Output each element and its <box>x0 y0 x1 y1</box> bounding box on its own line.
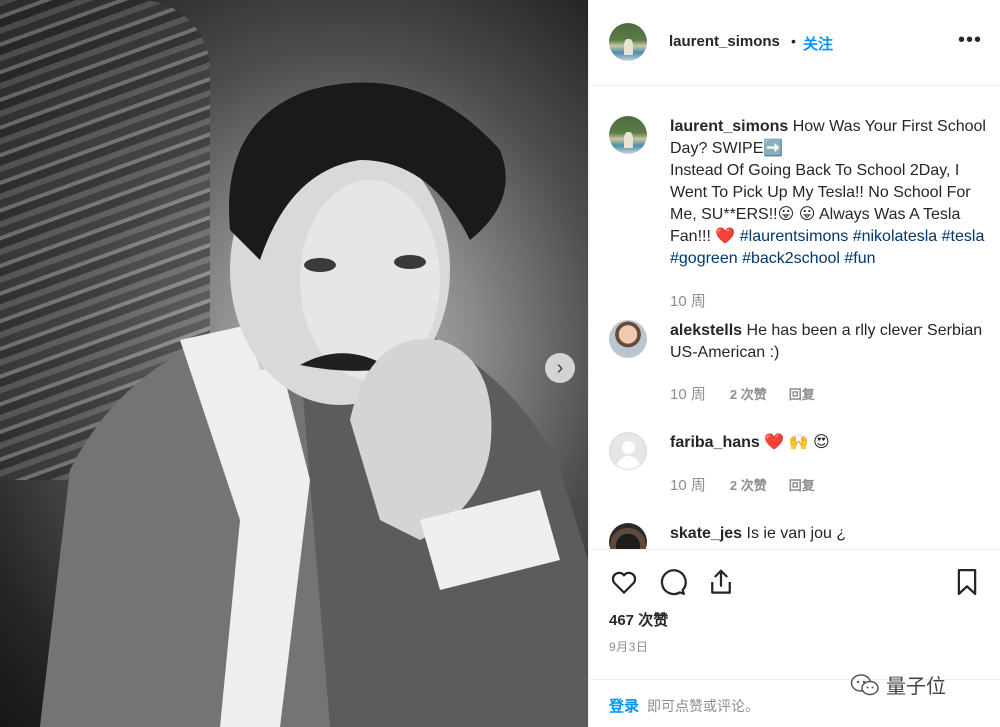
tongue-emoji-1: 😛 <box>777 206 795 223</box>
reply-button[interactable]: 回复 <box>789 475 815 494</box>
caption-text: laurent_simons How Was Your First School… <box>670 116 988 270</box>
post-actions: 467 次赞 9月3日 登录 即可点赞或评论。 <box>589 549 1000 727</box>
comment-time[interactable]: 10 周 <box>670 474 706 495</box>
likes-count[interactable]: 467 次赞 <box>609 609 668 630</box>
next-slide-button[interactable]: › <box>545 353 575 383</box>
reply-button[interactable]: 回复 <box>789 384 815 403</box>
comment-likes[interactable]: 2 次赞 <box>730 475 767 494</box>
caption-time[interactable]: 10 周 <box>670 290 706 311</box>
hashtag-link[interactable]: #fun <box>844 250 875 267</box>
comment-meta: 10 周 2 次赞 回复 <box>670 474 837 495</box>
caption-username[interactable]: laurent_simons <box>670 118 788 135</box>
comment-icon[interactable] <box>657 567 687 597</box>
follow-button[interactable]: 关注 <box>803 33 833 54</box>
login-prompt-text: 即可点赞或评论。 <box>647 698 759 714</box>
post-photo: › <box>0 0 588 727</box>
bookmark-icon[interactable] <box>952 567 982 597</box>
caption-meta: 10 周 <box>670 290 730 311</box>
comment-avatar[interactable] <box>609 523 647 549</box>
comment-text: fariba_hans ❤️ 🙌 😍 <box>670 432 988 454</box>
heart-emoji: ❤️ <box>715 228 736 245</box>
author-username[interactable]: laurent_simons <box>669 33 780 50</box>
comment-avatar[interactable] <box>609 320 647 358</box>
comments-list[interactable]: laurent_simons How Was Your First School… <box>589 86 1000 549</box>
watermark: 量子位 <box>850 670 946 699</box>
arrow-emoji: ➡️ <box>763 140 784 157</box>
heart-icon[interactable] <box>609 567 639 597</box>
tongue-emoji-2: 😛 <box>798 206 816 223</box>
share-icon[interactable] <box>706 567 736 597</box>
comment-time[interactable]: 10 周 <box>670 383 706 404</box>
more-options-icon[interactable]: ••• <box>958 29 982 52</box>
hashtag-link[interactable]: #tesla <box>942 228 985 245</box>
hashtag-link[interactable]: #gogreen <box>670 250 738 267</box>
comment-text: skate_jes Is ie van jou ¿ <box>670 523 988 545</box>
login-link[interactable]: 登录 <box>609 695 639 716</box>
caption-avatar[interactable] <box>609 116 647 154</box>
post-header: laurent_simons • 关注 ••• <box>589 0 1000 86</box>
comment-username[interactable]: fariba_hans <box>670 434 760 451</box>
hashtag-link[interactable]: #nikolatesla <box>853 228 938 245</box>
comment-text: alekstells He has been a rlly clever Ser… <box>670 320 988 364</box>
hashtag-link[interactable]: #laurentsimons <box>740 228 849 245</box>
comment-body: ❤️ 🙌 😍 <box>759 434 830 451</box>
photo-portrait <box>40 82 588 727</box>
comment-username[interactable]: skate_jes <box>670 525 742 542</box>
comment-meta: 10 周 2 次赞 回复 <box>670 383 837 404</box>
watermark-text: 量子位 <box>886 676 946 698</box>
comment-body: Is ie van jou ¿ <box>742 525 847 542</box>
post-date: 9月3日 <box>609 640 649 654</box>
comment-avatar-placeholder[interactable] <box>609 432 647 470</box>
author-avatar[interactable] <box>609 23 647 61</box>
hashtag-link[interactable]: #back2school <box>742 250 840 267</box>
header-separator: • <box>791 33 796 49</box>
wechat-icon <box>850 673 879 695</box>
post-side-panel: laurent_simons • 关注 ••• laurent_simons H… <box>588 0 1000 727</box>
comment-username[interactable]: alekstells <box>670 322 742 339</box>
comment-likes[interactable]: 2 次赞 <box>730 384 767 403</box>
